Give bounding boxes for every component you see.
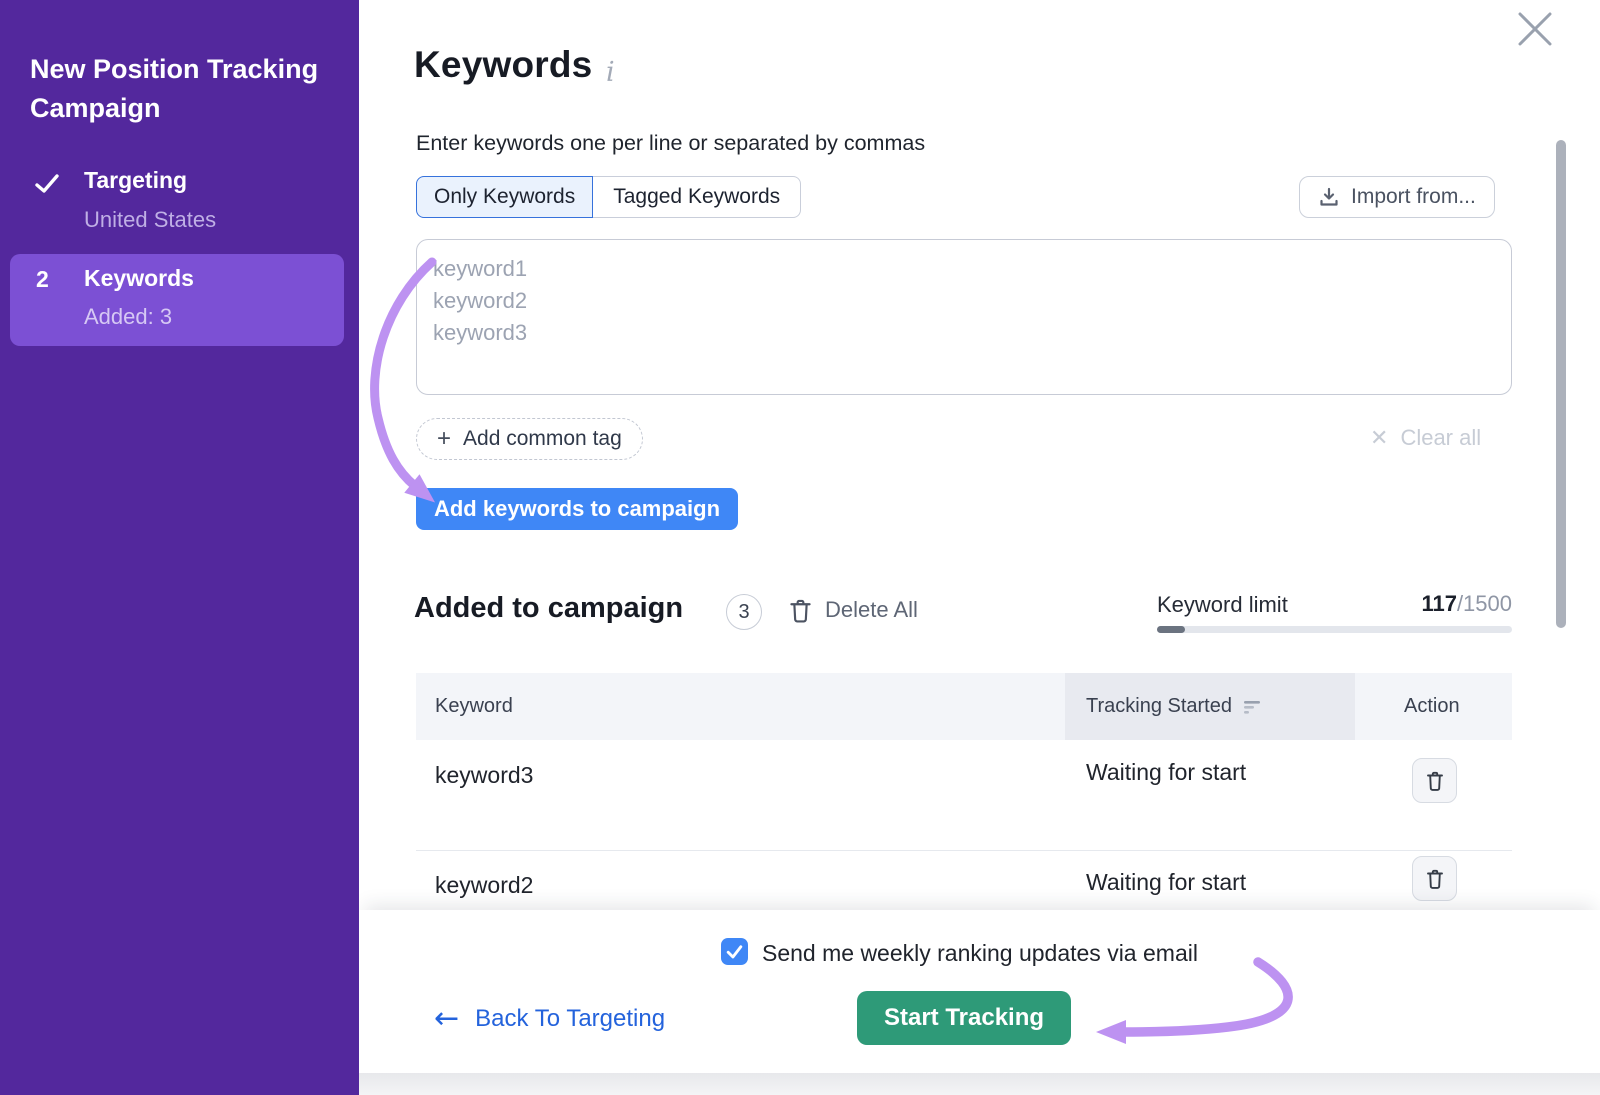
plus-icon: + [437, 427, 451, 451]
check-icon [34, 171, 60, 197]
step-keywords-label: Keywords [84, 265, 194, 292]
page-title: Keywords [414, 44, 592, 86]
column-header-tracking-started[interactable]: Tracking Started [1086, 695, 1262, 718]
row-tracking-cell: Waiting for start [1086, 759, 1246, 786]
row-keyword-cell: keyword2 [435, 872, 533, 899]
step-keywords-number: 2 [36, 266, 49, 293]
trash-icon [789, 598, 812, 623]
clear-all-button[interactable]: ✕ Clear all [1370, 425, 1498, 451]
trash-icon [1425, 770, 1445, 792]
column-header-keyword[interactable]: Keyword [435, 695, 513, 718]
modal-bottom-edge [359, 1073, 1600, 1095]
clear-all-label: Clear all [1400, 425, 1481, 451]
added-to-campaign-title: Added to campaign [414, 592, 683, 625]
row-tracking-cell: Waiting for start [1086, 869, 1246, 896]
keyword-limit-total: /1500 [1457, 591, 1512, 616]
sort-icon [1244, 700, 1262, 714]
back-to-targeting-link[interactable]: ← Back To Targeting [434, 1004, 665, 1034]
row-delete-button[interactable] [1412, 758, 1457, 803]
weekly-updates-label: Send me weekly ranking updates via email [762, 940, 1198, 967]
sidebar-title: New Position Tracking Campaign [30, 50, 335, 128]
trash-icon [1425, 868, 1445, 890]
keyword-limit-progressbar [1157, 626, 1512, 633]
keywords-textarea[interactable] [416, 239, 1512, 395]
add-common-tag-button[interactable]: + Add common tag [416, 418, 643, 460]
tab-only-keywords-label: Only Keywords [434, 185, 575, 209]
back-to-targeting-label: Back To Targeting [475, 1005, 665, 1033]
keyword-limit-progress-fill [1157, 626, 1185, 633]
close-icon[interactable] [1514, 8, 1556, 50]
tab-tagged-keywords-label: Tagged Keywords [613, 185, 780, 209]
step-targeting-sublabel: United States [84, 207, 216, 233]
sidebar: New Position Tracking Campaign Targeting… [0, 0, 359, 1095]
import-from-label: Import from... [1351, 185, 1476, 209]
add-common-tag-label: Add common tag [463, 427, 622, 451]
import-from-button[interactable]: Import from... [1299, 176, 1495, 218]
clear-icon: ✕ [1370, 425, 1388, 451]
row-delete-button[interactable] [1412, 856, 1457, 901]
arrow-left-icon: ← [434, 1004, 459, 1034]
row-divider [416, 850, 1512, 851]
step-targeting-label: Targeting [84, 167, 187, 194]
start-tracking-button[interactable]: Start Tracking [857, 991, 1071, 1045]
keyword-limit-used: 117 [1421, 591, 1457, 616]
checkmark-icon [725, 942, 744, 961]
row-keyword-cell: keyword3 [435, 762, 533, 789]
weekly-updates-checkbox[interactable] [721, 938, 748, 965]
footer: Send me weekly ranking updates via email… [359, 910, 1600, 1073]
new-position-tracking-modal: New Position Tracking Campaign Targeting… [0, 0, 1600, 1095]
step-keywords-sublabel: Added: 3 [84, 304, 172, 330]
added-count-badge: 3 [726, 594, 762, 630]
delete-all-button[interactable]: Delete All [789, 597, 918, 623]
add-keywords-to-campaign-button[interactable]: Add keywords to campaign [416, 488, 738, 530]
column-header-action: Action [1404, 695, 1460, 718]
info-icon[interactable]: i [606, 57, 615, 88]
tab-tagged-keywords[interactable]: Tagged Keywords [593, 176, 801, 218]
keywords-instruction: Enter keywords one per line or separated… [416, 131, 925, 156]
download-icon [1318, 186, 1340, 208]
vertical-scrollbar[interactable] [1556, 140, 1566, 628]
keyword-limit-value: 117/1500 [1257, 591, 1512, 617]
tab-only-keywords[interactable]: Only Keywords [416, 176, 593, 218]
delete-all-label: Delete All [825, 597, 918, 623]
column-header-tracking-label: Tracking Started [1086, 695, 1232, 718]
keywords-tab-group: Only Keywords Tagged Keywords [416, 176, 801, 218]
